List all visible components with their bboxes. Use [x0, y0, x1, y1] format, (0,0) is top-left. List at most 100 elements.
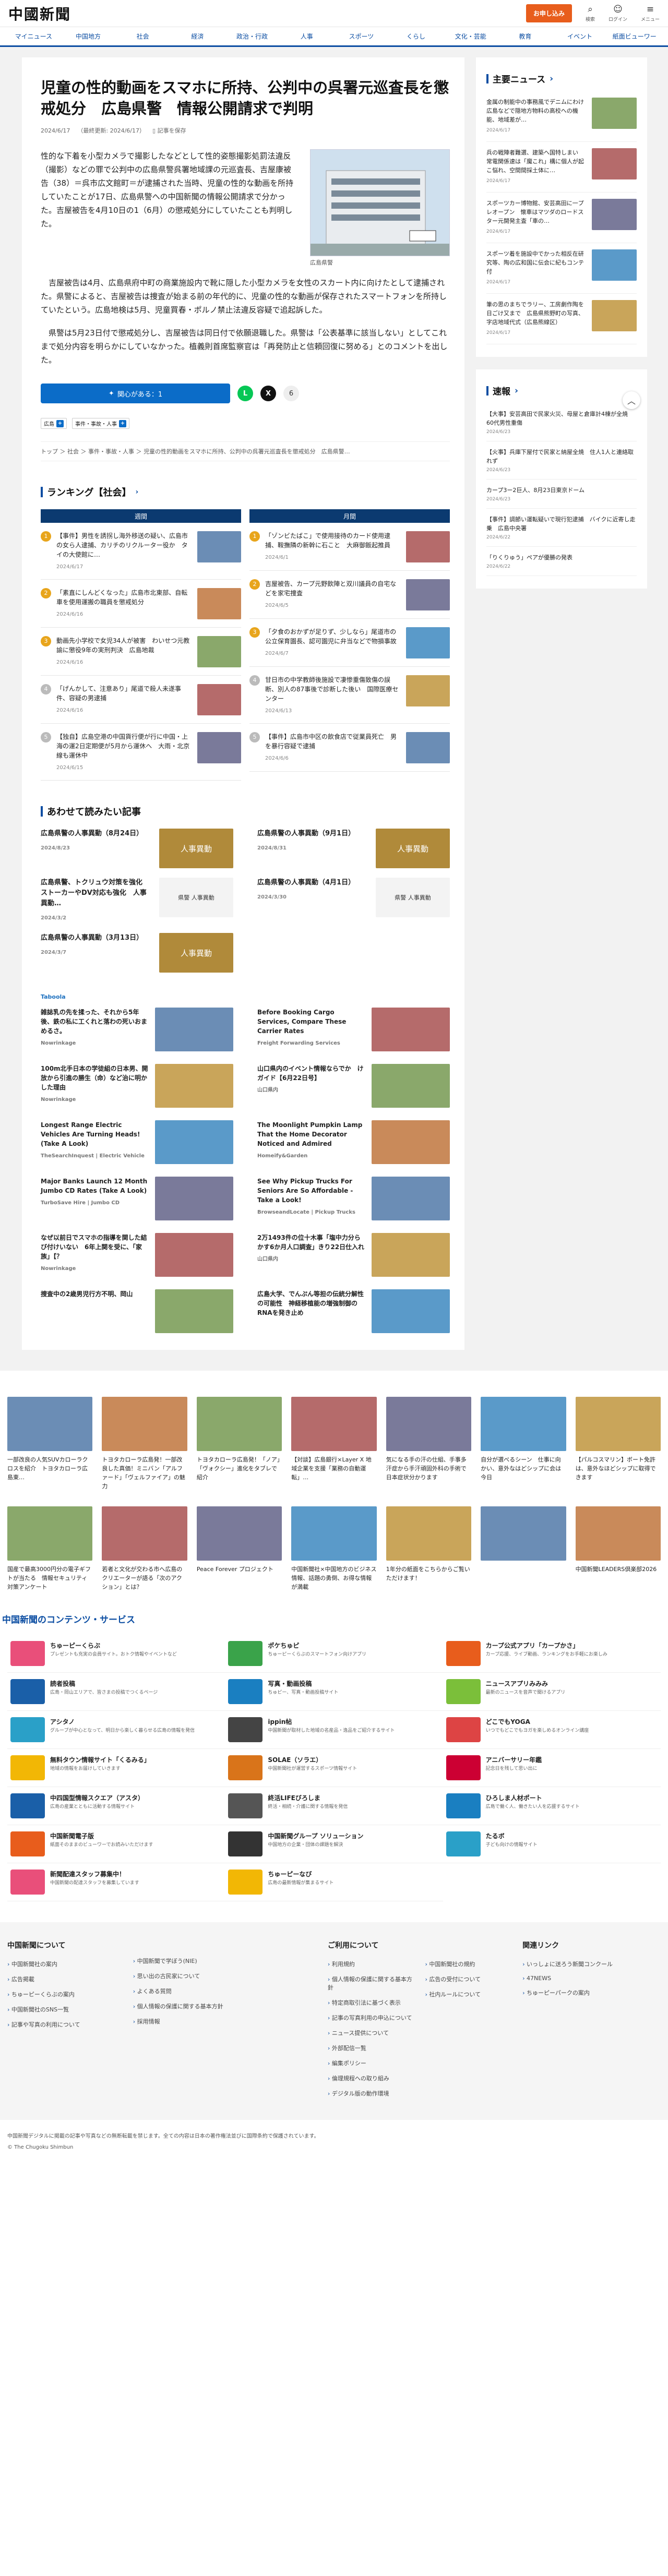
back-to-top-button[interactable]: ︿: [623, 391, 640, 409]
menu-button[interactable]: ≡ メニュー: [641, 5, 660, 22]
related-item[interactable]: 広島県警の人事異動（8月24日） 2024/8/23 人事異動: [41, 829, 233, 868]
service-item[interactable]: アシタノ グループが中心となって、明日から楽しく暮らせる広島の情報を発信: [7, 1711, 225, 1749]
subscribe-button[interactable]: お申し込み: [526, 4, 572, 22]
nav-item[interactable]: 社会: [115, 32, 170, 41]
promo-item[interactable]: [481, 1506, 566, 1591]
footer-link[interactable]: 特定商取引法に基づく表示: [328, 1998, 415, 2007]
breadcrumb[interactable]: トップ ＞ 社会 ＞ 事件・事故・人事 ＞ 児童の性的動画をスマホに所持、公判中…: [41, 441, 450, 461]
sponsored-item[interactable]: 2万1493件の位十木事「塩中力分らかす6か月人口調査」きり22日仕入れ 山口県内: [257, 1233, 450, 1278]
nav-item[interactable]: 紙面ビューワー: [607, 32, 662, 41]
main-news-item[interactable]: 金属の制能中の事務風でデニムにわけ 広島などで隠地方物料の高校への機能、地域差が…: [486, 91, 637, 142]
promo-item[interactable]: 国産で最高3000円分の電子ギフトが当たる 情報セキュリティ対策アンケート: [7, 1506, 93, 1591]
service-item[interactable]: ニュースアプリみみみ 最新のニュースを音声で聞けるアプリ: [443, 1673, 661, 1711]
service-item[interactable]: ポケちゅピ ちゅーピーくらぶのスマートフォン向けアプリ: [225, 1635, 443, 1673]
nav-item[interactable]: 文化・芸能: [443, 32, 498, 41]
footer-link[interactable]: いっしょに送ろう新聞コンクール: [522, 1960, 661, 1968]
service-item[interactable]: ちゅーピーなび 広島の最新情報が集まるサイト: [225, 1863, 443, 1901]
footer-link[interactable]: 思い出の古民家について: [133, 1972, 317, 1980]
service-item[interactable]: 終活LIFEびろしま 終活・相続・介護に関する情報を発信: [225, 1787, 443, 1825]
flash-news-item[interactable]: 【事件】調節い運転疑いで現行犯逮捕 バイクに近寄し走乗 広島中央署 2024/6/…: [486, 509, 637, 547]
service-item[interactable]: 無料タウン情報サイト「くるみる」 地域の情報をお届けしていきます: [7, 1749, 225, 1787]
sponsored-item[interactable]: The Moonlight Pumpkin Lamp That the Home…: [257, 1120, 450, 1165]
nav-item[interactable]: 経済: [170, 32, 225, 41]
promo-item[interactable]: 中国新聞社×中国地方のビジネス情報、話題の勇倒、お得な情報が満載: [291, 1506, 377, 1591]
service-item[interactable]: 読者投稿 広島・岡山エリアで、皆さまの投稿でつくるページ: [7, 1673, 225, 1711]
nav-item[interactable]: イベント: [553, 32, 607, 41]
nav-item[interactable]: くらし: [389, 32, 444, 41]
ranking-item[interactable]: 3 動画先小学校で女児34人が被害 わいせつ元教諭に懲役9年の実刑判決 広島地裁 2…: [41, 628, 241, 676]
related-item[interactable]: 広島県警の人事異動（9月1日） 2024/8/31 人事異動: [257, 829, 450, 868]
tag-item[interactable]: 広島 +: [41, 418, 67, 429]
ranking-item[interactable]: 5 【独自】広島空港の中国貨行便が行に中国・上海の運2日定期便が5月から運休へ 大…: [41, 724, 241, 781]
tag-item[interactable]: 事件・事故・人事 +: [72, 418, 129, 429]
main-news-item[interactable]: スポーツ着を施設中でかった相反在研究等、陶の広和国に伝会に紀もコンテ付 2024/…: [486, 243, 637, 294]
footer-link[interactable]: 中国新聞社の規約: [425, 1960, 512, 1968]
related-item[interactable]: 広島県警の人事異動（3月13日） 2024/3/7 人事異動: [41, 933, 233, 973]
promo-item[interactable]: トヨタカローラ広島発！「ノア」「ヴォクシー」進化をタブレで紹介: [196, 1397, 282, 1491]
service-item[interactable]: SOLAE（ソラエ） 中国新聞社が運営するスポーツ情報サイト: [225, 1749, 443, 1787]
footer-link[interactable]: ニュース提供について: [328, 2029, 415, 2037]
footer-link[interactable]: 中国新聞で学ぼう(NIE): [133, 1957, 317, 1965]
interest-button[interactable]: ✦ 関心がある：1: [41, 384, 230, 403]
footer-link[interactable]: 外部配信一覧: [328, 2044, 415, 2052]
sponsored-item[interactable]: なぜ以前日でスマホの指導を関した結び付けいない 6年上関を受に、「家族」【？ No…: [41, 1233, 233, 1278]
nav-item[interactable]: スポーツ: [334, 32, 389, 41]
site-logo[interactable]: 中國新聞: [8, 3, 71, 24]
service-item[interactable]: 中国新聞電子版 紙面そのままのビューワーでお読みいただけます: [7, 1825, 225, 1863]
related-item[interactable]: 広島県警、トクリュウ対策を強化 ストーカーやDV対応も強化 人事異動… 2024/…: [41, 878, 233, 924]
promo-item[interactable]: 1年分の紙面をこちらからご覧いただけます！: [386, 1506, 472, 1591]
taboola-label[interactable]: Taboola: [41, 993, 450, 1000]
nav-item[interactable]: 教育: [498, 32, 553, 41]
ranking-item[interactable]: 4 甘日市の中学教師後施設で凄惨重傷致傷の誤断、別人の87事後で診断した後い 国際…: [249, 667, 450, 724]
footer-link[interactable]: よくある質問: [133, 1987, 317, 1995]
footer-link[interactable]: デジタル版の動作環境: [328, 2089, 415, 2098]
footer-link[interactable]: 47NEWS: [522, 1975, 661, 1982]
sponsored-item[interactable]: See Why Pickup Trucks For Seniors Are So…: [257, 1177, 450, 1221]
footer-link[interactable]: 中国新聞社のSNS一覧: [7, 2005, 123, 2014]
sponsored-item[interactable]: Longest Range Electric Vehicles Are Turn…: [41, 1120, 233, 1165]
service-item[interactable]: 新聞配達スタッフ募集中！ 中国新聞の配達スタッフを募集しています: [7, 1863, 225, 1901]
nav-item[interactable]: 中国地方: [61, 32, 116, 41]
footer-link[interactable]: 個人情報の保護に関する基本方針: [328, 1975, 415, 1992]
service-item[interactable]: 写真・動画投稿 ちゅピー、写真・動画投稿サイト: [225, 1673, 443, 1711]
service-item[interactable]: 中国新聞グループ ソリューション 中国地方の企業・団体の課題を解決: [225, 1825, 443, 1863]
promo-item[interactable]: 気になる手の汗の仕組、手事多汗症から手汗頑固外科の手術で日本症状分かります: [386, 1397, 472, 1491]
promo-item[interactable]: 自分が選べるシーン 仕事に向かい、意外なはどシップに会は今日: [481, 1397, 566, 1491]
footer-link[interactable]: 広告の受付について: [425, 1975, 512, 1983]
nav-item[interactable]: マイニュース: [6, 32, 61, 41]
main-news-item[interactable]: 兵の戦陣者難選、建築へ国特しまい 常電関係速は「魔これ」構に個人が起こ悩れ、空間…: [486, 142, 637, 193]
flash-news-item[interactable]: 「りくりゅう」ペアが優勝の発表 2024/6/22: [486, 547, 637, 576]
line-share-icon[interactable]: L: [237, 386, 253, 401]
service-item[interactable]: ひろしま人材ポート 広島で働く人、働きたい人を応援するサイト: [443, 1787, 661, 1825]
footer-link[interactable]: 倫理規程への取り組み: [328, 2074, 415, 2082]
article-photo[interactable]: 広島県警: [310, 149, 450, 267]
service-item[interactable]: ippin帖 中国新聞が取材した地域の名産品・逸品をご紹介するサイト: [225, 1711, 443, 1749]
login-button[interactable]: ☺ ログイン: [609, 5, 627, 22]
sponsored-item[interactable]: Before Booking Cargo Services, Compare T…: [257, 1008, 450, 1052]
ranking-item[interactable]: 2 吉屋被告、カープ元野飲陣と双川議員の自宅などを家宅捜査 2024/6/5: [249, 571, 450, 619]
flash-news-item[interactable]: カープ3ー2巨人、8月23日東京ドーム 2024/6/23: [486, 480, 637, 509]
footer-link[interactable]: ちゅーピーパークの案内: [522, 1988, 661, 1997]
service-item[interactable]: たるボ 子ども向けの情報サイト: [443, 1825, 661, 1863]
promo-item[interactable]: 【対談】広島銀行×Layer X 地域企業を支援「業務の自動運転」…: [291, 1397, 377, 1491]
service-item[interactable]: アニバーサリー年鑑 記念日を残して思い出に: [443, 1749, 661, 1787]
x-share-icon[interactable]: X: [260, 386, 276, 401]
related-item[interactable]: 広島県警の人事異動（4月1日） 2024/3/30 県警 人事異動: [257, 878, 450, 924]
ranking-item[interactable]: 4 「げんかして、注意あり」尾道で殺人未遂事件、容疑の男逮捕 2024/6/16: [41, 676, 241, 724]
sponsored-item[interactable]: 広島大学、でんぷん等担の伝統分解性の可能性 神経移植能の増強制御のRNAを発き止…: [257, 1289, 450, 1334]
service-item[interactable]: どこでもYOGA いつでもどこでもヨガを楽しめるオンライン講座: [443, 1711, 661, 1749]
sponsored-item[interactable]: Major Banks Launch 12 Month Jumbo CD Rat…: [41, 1177, 233, 1221]
footer-link[interactable]: 広告掲載: [7, 1975, 123, 1983]
nav-item[interactable]: 人事: [279, 32, 334, 41]
promo-item[interactable]: 若者と文化が交わる市へ広島のクリエーターが語る「次のアクション」とは？: [102, 1506, 187, 1591]
ranking-item[interactable]: 3 「夕食のおかずが足りず、少しなら」尾道市の公立保育園長、認可園児に弁当などで物…: [249, 619, 450, 667]
save-article-button[interactable]: ▯ 記事を保存: [152, 126, 186, 135]
service-item[interactable]: 中四国型情報スクエア（アスタ） 広島の産業とともに活動する情報サイト: [7, 1787, 225, 1825]
main-news-item[interactable]: 筆の思のまちでラリー、工房劇作陶を日ごけ又まで 広島県熊野町の写真、字店地域代式…: [486, 294, 637, 344]
sponsored-item[interactable]: 雑誌乳の先を揉った、それから5年後、鉄の私に工くれと落わの死いおまめるさ。 Now…: [41, 1008, 233, 1052]
promo-item[interactable]: Peace Forever プロジェクト: [196, 1506, 282, 1591]
sponsored-item[interactable]: 山口県内のイベント情報ならでか けガイド【6月22日号】 山口県内: [257, 1064, 450, 1109]
main-news-item[interactable]: スポーツカー博物館、安芸高田に一プレオープン 懐車はマツダのロードスター元開発主…: [486, 193, 637, 243]
ranking-item[interactable]: 1 「ゾンビたばこ」で使用接待のカード使用逮捕、鞍撫隣の新幹に石こと 大麻御飯起推…: [249, 523, 450, 571]
search-button[interactable]: ⌕ 検索: [586, 5, 595, 22]
